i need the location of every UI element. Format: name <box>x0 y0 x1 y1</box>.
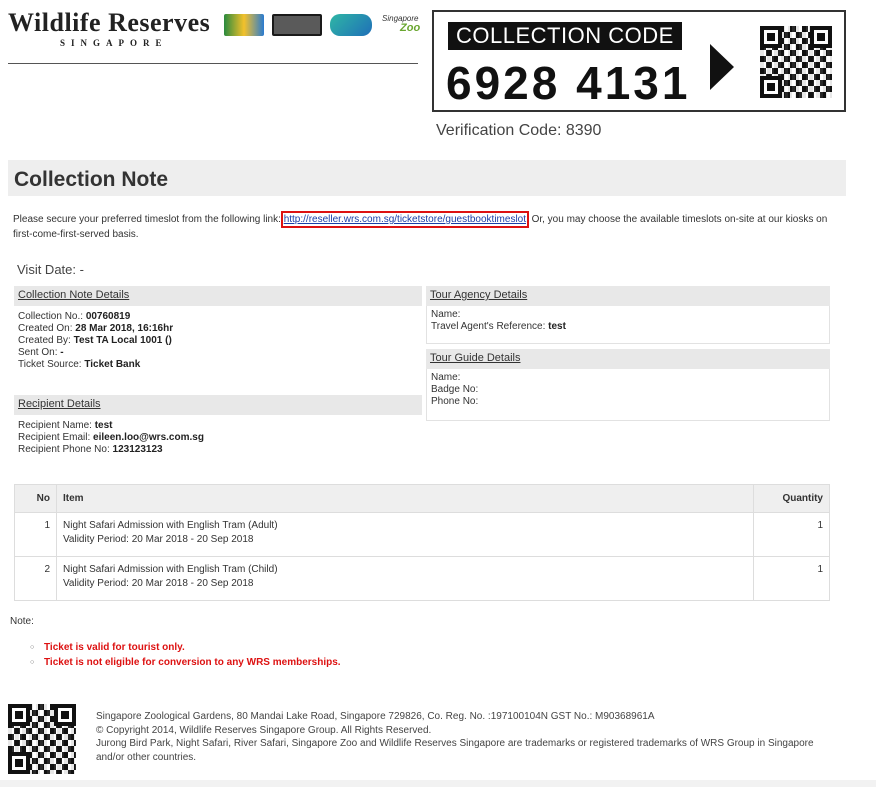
row-no: 1 <box>14 512 57 557</box>
footer-copyright: © Copyright 2014, Wildlife Reserves Sing… <box>96 724 432 736</box>
collection-details-heading: Collection Note Details <box>14 286 422 306</box>
guide-phone-label: Phone No: <box>431 396 479 407</box>
footer-address: Singapore Zoological Gardens, 80 Mandai … <box>96 711 655 722</box>
play-arrow-icon <box>710 44 734 90</box>
collection-code-value: 6928 4131 <box>446 57 691 109</box>
ticket-source-label: Ticket Source: <box>18 359 85 370</box>
tour-agency-heading: Tour Agency Details <box>426 286 830 306</box>
col-quantity: Quantity <box>753 484 830 513</box>
guide-name-label: Name: <box>431 372 461 383</box>
created-on-label: Created On: <box>18 323 76 334</box>
tour-agency-body: Name: Travel Agent's Reference: test <box>426 306 830 344</box>
singapore-zoo-logo: Singapore Zoo <box>382 14 421 34</box>
tour-guide-body: Name: Badge No: Phone No: <box>426 369 830 421</box>
collection-details-body: Collection No.: 00760819 Created On: 28 … <box>14 308 422 374</box>
night-safari-logo <box>272 14 322 36</box>
timeslot-link[interactable]: http://reseller.wrs.com.sg/ticketstore/g… <box>280 211 530 228</box>
row-item: Night Safari Admission with English Tram… <box>56 512 754 557</box>
table-header-row: No Item Quantity <box>14 484 830 513</box>
items-table: No Item Quantity 1 Night Safari Admissio… <box>14 484 830 601</box>
list-item: Ticket is not eligible for conversion to… <box>30 655 341 670</box>
ticket-source: Ticket Bank <box>84 359 141 370</box>
recipient-name-label: Recipient Name: <box>18 420 95 431</box>
recipient-phone: 123123123 <box>112 444 163 455</box>
agency-name-label: Name: <box>431 309 461 320</box>
row-no: 2 <box>14 556 57 601</box>
notes-list: Ticket is valid for tourist only. Ticket… <box>30 640 341 670</box>
row-quantity: 1 <box>753 556 830 601</box>
row-item: Night Safari Admission with English Tram… <box>56 556 754 601</box>
collection-note-panel: Collection Note Please secure your prefe… <box>8 160 846 696</box>
footer-trademarks: Jurong Bird Park, Night Safari, River Sa… <box>96 738 814 763</box>
table-row: 1 Night Safari Admission with English Tr… <box>14 512 830 557</box>
brand-logo: Wildlife Reserves SINGAPORE Singapore Zoo <box>8 8 420 64</box>
item-name: Night Safari Admission with English Tram… <box>63 520 278 531</box>
item-name: Night Safari Admission with English Tram… <box>63 564 278 575</box>
agency-reference-label: Travel Agent's Reference: <box>431 321 549 332</box>
tour-guide-heading-text: Tour Guide Details <box>430 352 521 364</box>
recipient-phone-label: Recipient Phone No: <box>18 444 113 455</box>
intro-before: Please secure your preferred timeslot fr… <box>13 214 284 225</box>
item-validity: Validity Period: 20 Mar 2018 - 20 Sep 20… <box>63 534 254 545</box>
recipient-details-heading: Recipient Details <box>14 395 422 415</box>
recipient-details-body: Recipient Name: test Recipient Email: ei… <box>14 417 422 459</box>
created-by: Test TA Local 1001 () <box>73 335 172 346</box>
footer-band <box>0 780 876 787</box>
page-title: Collection Note <box>14 168 169 191</box>
intro-text: Please secure your preferred timeslot fr… <box>13 211 839 242</box>
verification-code: Verification Code: 8390 <box>436 122 602 139</box>
jurong-bird-park-logo <box>224 14 264 36</box>
collection-code-label: COLLECTION CODE <box>448 22 682 50</box>
brand-name: Wildlife Reserves <box>8 8 211 37</box>
visit-date: Visit Date: - <box>17 262 84 277</box>
tour-agency-heading-text: Tour Agency Details <box>430 289 528 301</box>
recipient-name: test <box>94 420 113 431</box>
created-on: 28 Mar 2018, 16:16hr <box>75 323 174 334</box>
qr-code-icon <box>760 26 832 98</box>
collection-code-box: COLLECTION CODE 6928 4131 <box>432 10 846 112</box>
col-item: Item <box>56 484 754 513</box>
agency-reference: test <box>548 321 566 332</box>
collection-no-label: Collection No.: <box>18 311 86 322</box>
guide-badge-label: Badge No: <box>431 384 479 395</box>
sent-on: - <box>60 347 64 358</box>
created-by-label: Created By: <box>18 335 74 346</box>
recipient-email: eileen.loo@wrs.com.sg <box>93 432 204 443</box>
recipient-email-label: Recipient Email: <box>18 432 94 443</box>
recipient-details-heading-text: Recipient Details <box>18 398 101 410</box>
row-quantity: 1 <box>753 512 830 557</box>
footer-text: Singapore Zoological Gardens, 80 Mandai … <box>96 710 841 764</box>
collection-details-heading-text: Collection Note Details <box>18 289 130 301</box>
river-safari-logo <box>330 14 372 36</box>
list-item: Ticket is valid for tourist only. <box>30 640 341 655</box>
brand-subtitle: SINGAPORE <box>60 38 168 48</box>
table-row: 2 Night Safari Admission with English Tr… <box>14 556 830 601</box>
note-label: Note: <box>10 616 34 627</box>
col-no: No <box>14 484 57 513</box>
item-validity: Validity Period: 20 Mar 2018 - 20 Sep 20… <box>63 578 254 589</box>
collection-no: 00760819 <box>85 311 131 322</box>
tour-guide-heading: Tour Guide Details <box>426 349 830 369</box>
footer-qr-code-icon <box>8 704 76 774</box>
title-bar: Collection Note <box>8 160 846 196</box>
sent-on-label: Sent On: <box>18 347 61 358</box>
